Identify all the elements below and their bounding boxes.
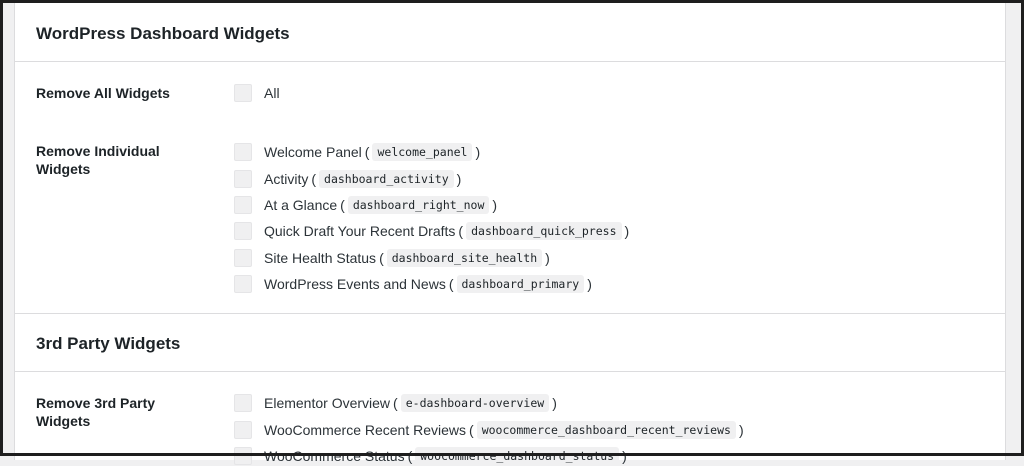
section-title: 3rd Party Widgets — [36, 334, 181, 353]
checkbox-all[interactable] — [234, 84, 252, 102]
option-label: WooCommerce Recent Reviews — [264, 422, 467, 438]
checkbox-woocommerce-status[interactable] — [234, 447, 252, 465]
section-header-wordpress-widgets: WordPress Dashboard Widgets — [15, 4, 1005, 62]
option-code: dashboard_right_now — [347, 196, 490, 214]
option-code: welcome_panel — [372, 143, 473, 161]
checkbox-quick-draft[interactable] — [234, 222, 252, 240]
option-all[interactable]: All — [234, 83, 280, 103]
checkbox-events-news[interactable] — [234, 275, 252, 293]
option-code: dashboard_quick_press — [466, 222, 622, 240]
checkbox-woocommerce-reviews[interactable] — [234, 421, 252, 439]
option-code: dashboard_site_health — [386, 249, 543, 267]
section-header-third-party: 3rd Party Widgets — [15, 314, 1005, 372]
row-label-remove-third-party: Remove 3rd Party Widgets — [36, 395, 156, 429]
option-welcome-panel[interactable]: Welcome Panel (welcome_panel) — [234, 142, 483, 162]
option-elementor-overview[interactable]: Elementor Overview (e-dashboard-overview… — [234, 393, 560, 413]
checkbox-activity[interactable] — [234, 170, 252, 188]
option-code: dashboard_primary — [456, 275, 585, 293]
row-label-remove-all: Remove All Widgets — [36, 85, 170, 101]
option-activity[interactable]: Activity (dashboard_activity) — [234, 169, 464, 189]
checkbox-elementor-overview[interactable] — [234, 394, 252, 412]
option-woocommerce-status[interactable]: WooCommerce Status (woocommerce_dashboar… — [234, 446, 630, 466]
option-events-news[interactable]: WordPress Events and News (dashboard_pri… — [234, 274, 595, 294]
checkbox-site-health[interactable] — [234, 249, 252, 267]
checkbox-at-a-glance[interactable] — [234, 196, 252, 214]
settings-panel: WordPress Dashboard Widgets Remove All W… — [14, 2, 1006, 465]
option-label: Quick Draft Your Recent Drafts — [264, 223, 456, 239]
option-code: e-dashboard-overview — [400, 394, 550, 412]
option-woocommerce-reviews[interactable]: WooCommerce Recent Reviews (woocommerce_… — [234, 420, 747, 440]
option-label: Elementor Overview — [264, 395, 391, 411]
option-label: WooCommerce Status — [264, 448, 405, 464]
option-label: At a Glance — [264, 197, 338, 213]
option-label: All — [264, 85, 280, 101]
option-label: Site Health Status — [264, 250, 377, 266]
option-quick-draft[interactable]: Quick Draft Your Recent Drafts (dashboar… — [234, 221, 632, 241]
option-code: woocommerce_dashboard_recent_reviews — [476, 421, 736, 439]
option-site-health[interactable]: Site Health Status (dashboard_site_healt… — [234, 248, 553, 268]
option-label: Activity — [264, 171, 309, 187]
option-label: WordPress Events and News — [264, 276, 446, 292]
checkbox-welcome-panel[interactable] — [234, 143, 252, 161]
section-title: WordPress Dashboard Widgets — [36, 24, 290, 43]
row-label-remove-individual: Remove Individual Widgets — [36, 143, 160, 177]
option-code: woocommerce_dashboard_status — [415, 447, 620, 465]
option-code: dashboard_activity — [319, 170, 454, 188]
option-at-a-glance[interactable]: At a Glance (dashboard_right_now) — [234, 195, 500, 215]
option-label: Welcome Panel — [264, 144, 362, 160]
